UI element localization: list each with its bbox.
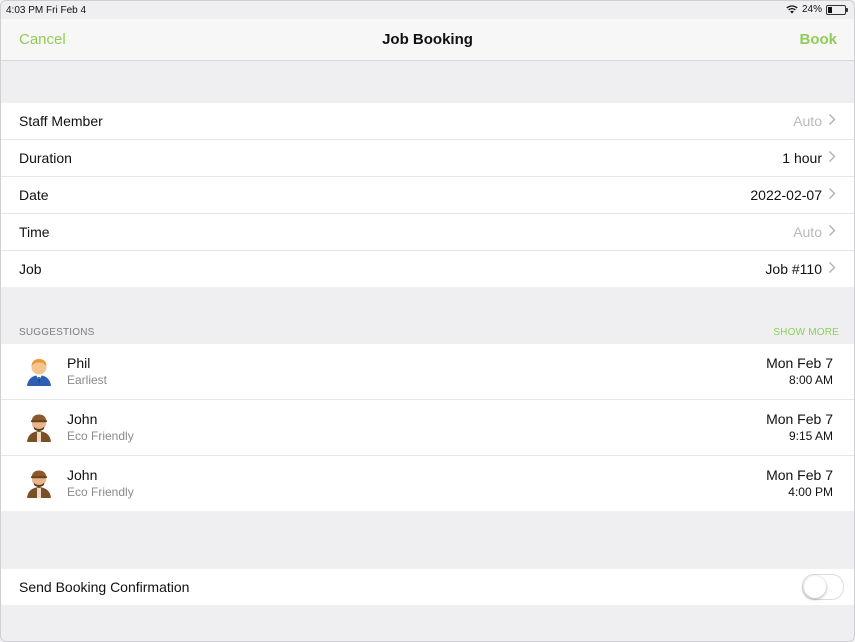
suggestion-item[interactable]: John Eco Friendly Mon Feb 7 4:00 PM <box>1 456 854 511</box>
detail-value: Auto <box>793 224 822 240</box>
detail-label: Job <box>19 261 42 277</box>
suggestion-tag: Earliest <box>67 373 108 387</box>
page-title: Job Booking <box>382 31 473 48</box>
detail-value: 2022-02-07 <box>750 187 822 203</box>
detail-value: 1 hour <box>782 150 822 166</box>
detail-label: Staff Member <box>19 113 103 129</box>
suggestion-tag: Eco Friendly <box>67 429 134 443</box>
battery-icon <box>826 4 848 15</box>
suggestion-time: 8:00 AM <box>788 373 833 387</box>
chevron-right-icon <box>828 113 837 127</box>
status-right: 24% <box>786 4 848 15</box>
suggestion-date: Mon Feb 7 <box>766 411 833 427</box>
chevron-right-icon <box>828 150 837 164</box>
person-icon <box>27 359 51 386</box>
detail-row-time[interactable]: Time Auto <box>1 214 854 251</box>
suggestion-date: Mon Feb 7 <box>766 355 833 371</box>
suggestion-name: John <box>67 411 98 427</box>
wifi-icon <box>786 5 798 14</box>
battery-percent: 24% <box>801 4 822 15</box>
toggle-knob <box>804 576 826 598</box>
detail-row-job[interactable]: Job Job #110 <box>1 251 854 287</box>
status-time: 4:03 PM Fri Feb 4 <box>6 5 87 16</box>
chevron-right-icon <box>828 187 837 201</box>
suggestion-time: 4:00 PM <box>788 485 833 499</box>
suggestion-item[interactable]: John Eco Friendly Mon Feb 7 9:15 AM <box>1 400 854 456</box>
worker-icon <box>27 470 51 498</box>
status-bar: 4:03 PM Fri Feb 4 24% <box>1 1 854 19</box>
section-title: SUGGESTIONS <box>19 327 95 338</box>
detail-row-staff-member[interactable]: Staff Member Auto <box>1 103 854 140</box>
chevron-right-icon <box>828 224 837 238</box>
detail-label: Date <box>19 187 49 203</box>
send-confirmation-label: Send Booking Confirmation <box>19 579 190 595</box>
chevron-right-icon <box>828 261 837 275</box>
app-window: 4:03 PM Fri Feb 4 24% Cancel Job Booking… <box>0 0 855 642</box>
detail-label: Time <box>19 224 50 240</box>
suggestion-name: Phil <box>67 355 91 371</box>
suggestion-tag: Eco Friendly <box>67 485 134 499</box>
suggestions-header: SUGGESTIONS SHOW MORE <box>1 319 854 343</box>
send-confirmation-row: Send Booking Confirmation <box>1 569 854 605</box>
book-button[interactable]: Book <box>800 31 838 48</box>
show-more-button[interactable]: SHOW MORE <box>773 327 839 338</box>
detail-label: Duration <box>19 150 72 166</box>
detail-row-date[interactable]: Date 2022-02-07 <box>1 177 854 214</box>
detail-value: Job #110 <box>765 261 822 277</box>
send-confirmation-toggle[interactable] <box>802 574 844 600</box>
navigation-bar: Cancel Job Booking Book <box>1 19 854 61</box>
detail-value: Auto <box>793 113 822 129</box>
suggestion-name: John <box>67 467 98 483</box>
worker-icon <box>27 414 51 442</box>
booking-details-group: Staff Member Auto Duration 1 hour Date 2… <box>1 103 854 287</box>
confirmation-group: Send Booking Confirmation <box>1 569 854 605</box>
suggestion-date: Mon Feb 7 <box>766 467 833 483</box>
suggestion-time: 9:15 AM <box>788 429 833 443</box>
suggestions-list: Phil Earliest Mon Feb 7 8:00 AM John Eco… <box>1 344 854 511</box>
suggestion-item[interactable]: Phil Earliest Mon Feb 7 8:00 AM <box>1 344 854 400</box>
detail-row-duration[interactable]: Duration 1 hour <box>1 140 854 177</box>
